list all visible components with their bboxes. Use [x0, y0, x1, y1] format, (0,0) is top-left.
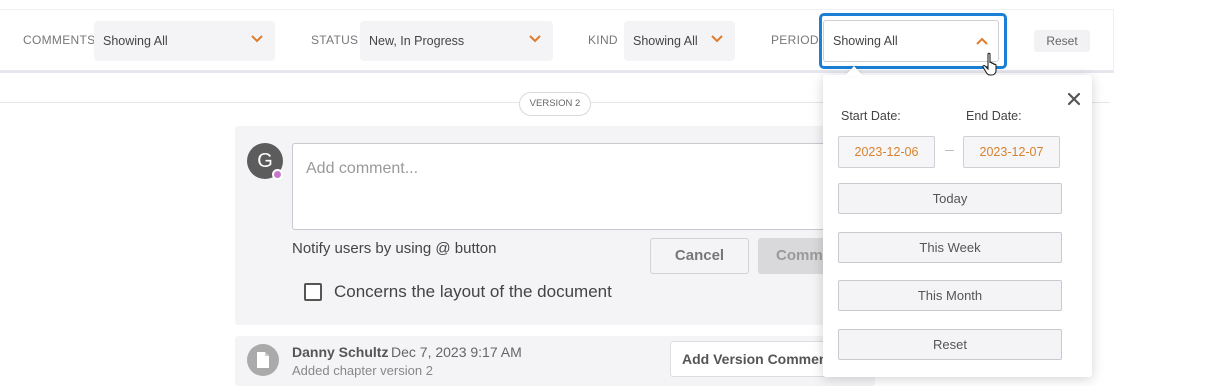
end-date-input[interactable]: 2023-12-07 [963, 136, 1060, 168]
notify-hint: Notify users by using @ button [292, 240, 497, 257]
start-date-label: Start Date: [841, 109, 901, 123]
layout-checkbox-label: Concerns the layout of the document [334, 282, 612, 301]
comments-filter-value: Showing All [103, 34, 168, 48]
add-version-comment-button[interactable]: Add Version Comment [670, 341, 845, 377]
hand-cursor-icon [982, 52, 997, 76]
comment-input[interactable]: Add comment... [292, 143, 852, 230]
period-filter-label: PERIOD [771, 33, 819, 47]
history-author: Danny Schultz [292, 344, 389, 360]
close-icon[interactable] [1065, 90, 1083, 108]
period-reset-button[interactable]: Reset [838, 329, 1062, 360]
comments-filter-select[interactable]: Showing All [94, 21, 275, 61]
document-avatar [247, 344, 279, 376]
chevron-down-icon [711, 35, 723, 43]
chevron-down-icon [251, 35, 263, 43]
cancel-button[interactable]: Cancel [650, 238, 749, 274]
period-this-month-button[interactable]: This Month [838, 280, 1062, 311]
status-filter-label: STATUS [311, 33, 359, 47]
kind-filter-value: Showing All [633, 34, 698, 48]
history-timestamp: Dec 7, 2023 9:17 AM [391, 344, 522, 360]
version-badge: VERSION 2 [519, 92, 591, 116]
period-today-button[interactable]: Today [838, 183, 1062, 214]
kind-filter-label: KIND [588, 33, 618, 47]
start-date-input[interactable]: 2023-12-06 [838, 136, 935, 168]
chevron-up-icon [976, 37, 988, 45]
period-this-week-button[interactable]: This Week [838, 232, 1062, 263]
app-root: COMMENTS Showing All STATUS New, In Prog… [0, 0, 1206, 386]
layout-checkbox[interactable] [304, 283, 322, 301]
popover-arrow [845, 66, 863, 76]
period-filter-select[interactable]: Showing All [823, 20, 999, 62]
chevron-down-icon [529, 35, 541, 43]
status-filter-select[interactable]: New, In Progress [360, 21, 553, 61]
end-date-label: End Date: [966, 109, 1022, 123]
date-range-separator [945, 150, 954, 151]
presence-indicator [272, 169, 283, 180]
period-filter-value: Showing All [833, 34, 898, 48]
reset-filters-button[interactable]: Reset [1034, 30, 1090, 52]
document-icon [257, 352, 269, 368]
kind-filter-select[interactable]: Showing All [624, 21, 735, 61]
comments-filter-label: COMMENTS [23, 33, 96, 47]
history-description: Added chapter version 2 [292, 363, 433, 378]
status-filter-value: New, In Progress [369, 34, 465, 48]
